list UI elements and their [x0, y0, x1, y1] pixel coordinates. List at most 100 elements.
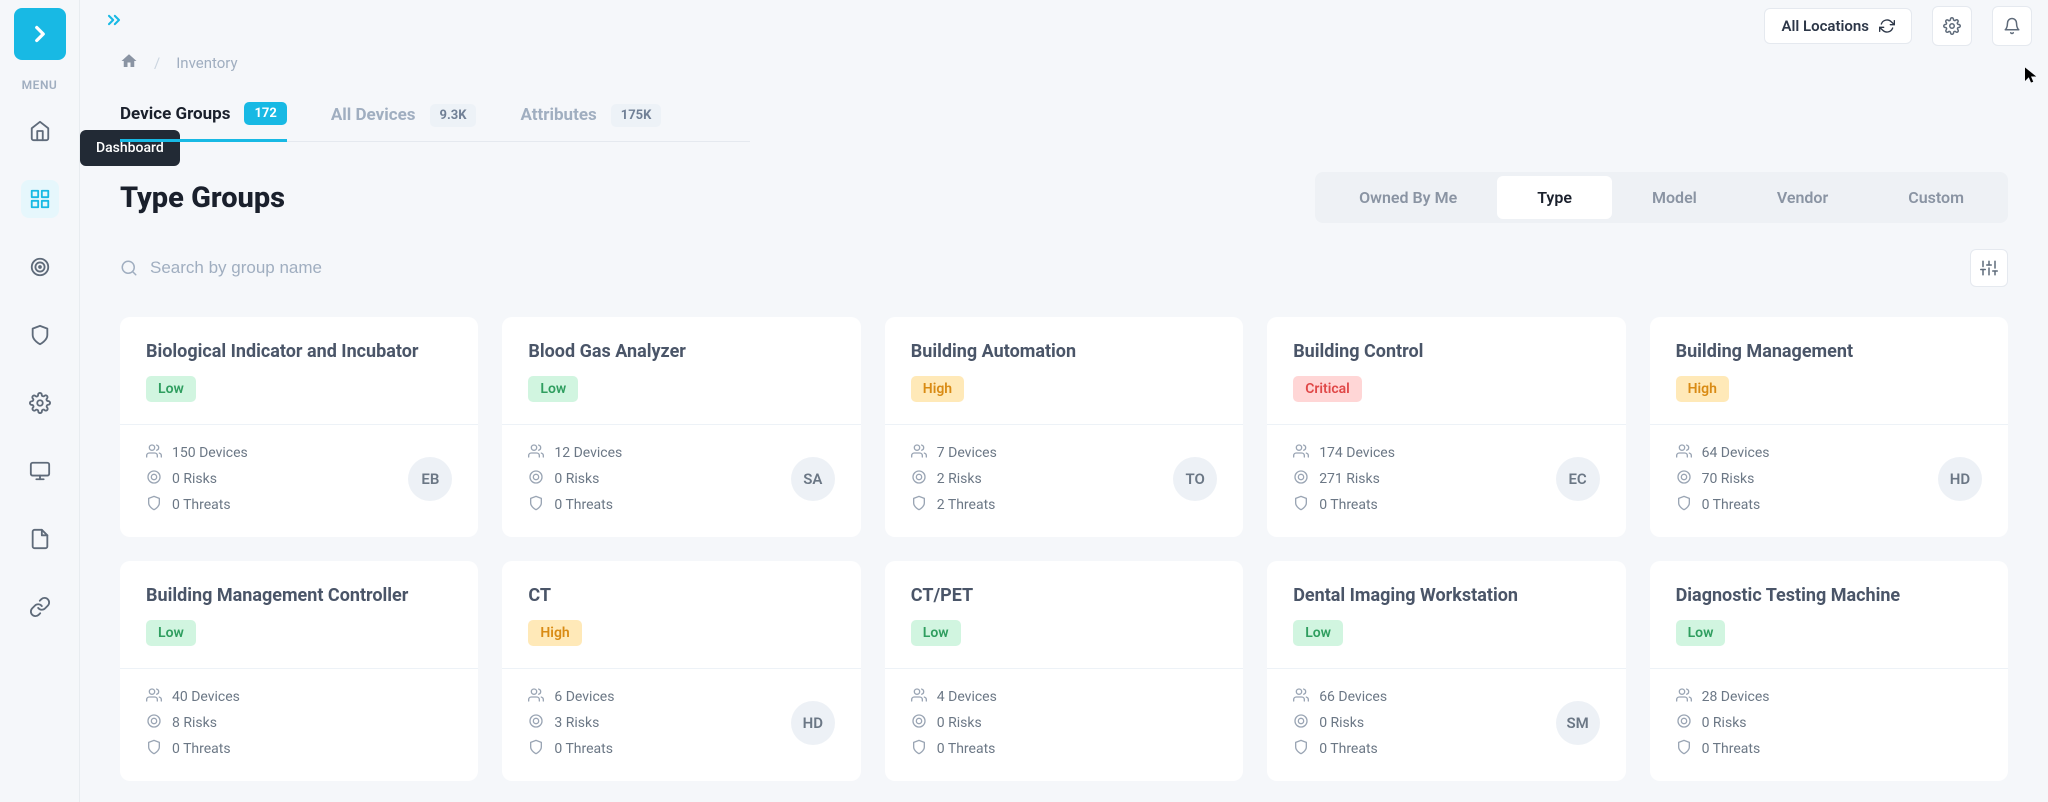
nav-monitor[interactable]	[21, 452, 59, 490]
search-wrap	[120, 258, 550, 278]
refresh-icon	[1879, 18, 1895, 34]
nav-shield[interactable]	[21, 316, 59, 354]
stat-threats: 0 Threats	[146, 739, 240, 759]
breadcrumb-home[interactable]	[120, 52, 138, 74]
location-label: All Locations	[1781, 17, 1869, 35]
gear-icon	[1943, 17, 1961, 35]
devices-icon	[911, 443, 927, 463]
group-card[interactable]: Building Management High 64 Devices 70 R…	[1650, 317, 2008, 537]
avatar: TO	[1173, 457, 1217, 501]
stat-risks: 70 Risks	[1676, 469, 1770, 489]
avatar: HD	[791, 701, 835, 745]
monitor-icon	[29, 460, 51, 482]
link-icon	[29, 596, 51, 618]
breadcrumb-current: Inventory	[176, 54, 237, 72]
stat-devices: 7 Devices	[911, 443, 997, 463]
target-icon	[1293, 713, 1309, 733]
filter-tab-custom[interactable]: Custom	[1868, 176, 2004, 219]
location-selector[interactable]: All Locations	[1764, 8, 1912, 44]
shield-icon	[1293, 495, 1309, 515]
group-card[interactable]: Building Control Critical 174 Devices 27…	[1267, 317, 1625, 537]
sliders-icon	[1980, 259, 1998, 277]
devices-icon	[1293, 687, 1309, 707]
shield-icon	[1676, 739, 1692, 759]
search-input[interactable]	[150, 258, 550, 278]
app-logo[interactable]	[14, 8, 66, 60]
stat-devices: 6 Devices	[528, 687, 614, 707]
file-icon	[29, 528, 51, 550]
filter-settings-button[interactable]	[1970, 249, 2008, 287]
group-card[interactable]: Biological Indicator and Incubator Low 1…	[120, 317, 478, 537]
filter-tab-vendor[interactable]: Vendor	[1737, 176, 1868, 219]
breadcrumb: / Inventory	[120, 52, 2008, 74]
stat-threats: 0 Threats	[1676, 739, 1770, 759]
stat-devices: 12 Devices	[528, 443, 622, 463]
card-title: CT	[528, 585, 834, 606]
tab-label: All Devices	[331, 105, 416, 125]
group-card[interactable]: Dental Imaging Workstation Low 66 Device…	[1267, 561, 1625, 781]
risk-badge: Low	[528, 376, 578, 402]
avatar: HD	[1938, 457, 1982, 501]
nav-gear[interactable]	[21, 384, 59, 422]
devices-icon	[1293, 443, 1309, 463]
card-title: Biological Indicator and Incubator	[146, 341, 452, 362]
main-content: / Inventory Device Groups172 All Devices 9…	[80, 40, 2048, 802]
expand-sidebar-button[interactable]	[100, 6, 128, 34]
nav-inventory[interactable]	[21, 180, 59, 218]
target-icon	[146, 469, 162, 489]
tab-all-devices[interactable]: All Devices 9.3K	[331, 104, 477, 141]
target-icon	[146, 713, 162, 733]
group-card[interactable]: CT High 6 Devices 3 Risks 0 Threats HD	[502, 561, 860, 781]
group-card[interactable]: Building Management Controller Low 40 De…	[120, 561, 478, 781]
menu-label: MENU	[22, 78, 58, 92]
filter-tab-owned-by-me[interactable]: Owned By Me	[1319, 176, 1497, 219]
shield-icon	[146, 739, 162, 759]
target-icon	[911, 469, 927, 489]
shield-icon	[29, 324, 51, 346]
devices-icon	[911, 687, 927, 707]
stat-threats: 0 Threats	[911, 739, 997, 759]
group-card[interactable]: Blood Gas Analyzer Low 12 Devices 0 Risk…	[502, 317, 860, 537]
tab-device-groups[interactable]: Device Groups172	[120, 102, 287, 142]
nav-dashboard[interactable]	[21, 112, 59, 150]
card-title: Building Management	[1676, 341, 1982, 362]
tab-count-badge: 9.3K	[430, 104, 477, 127]
stat-devices: 174 Devices	[1293, 443, 1395, 463]
risk-badge: Low	[1676, 620, 1726, 646]
card-title: Blood Gas Analyzer	[528, 341, 834, 362]
stat-devices: 64 Devices	[1676, 443, 1770, 463]
risk-badge: Low	[146, 376, 196, 402]
group-card[interactable]: Diagnostic Testing Machine Low 28 Device…	[1650, 561, 2008, 781]
card-title: Building Control	[1293, 341, 1599, 362]
filter-tab-type[interactable]: Type	[1497, 176, 1612, 219]
stat-threats: 0 Threats	[1676, 495, 1770, 515]
target-icon	[528, 713, 544, 733]
target-icon	[29, 256, 51, 278]
devices-icon	[146, 687, 162, 707]
tab-attributes[interactable]: Attributes175K	[520, 104, 661, 141]
filter-tab-model[interactable]: Model	[1612, 176, 1737, 219]
group-card[interactable]: Building Automation High 7 Devices 2 Ris…	[885, 317, 1243, 537]
tab-label: Attributes	[520, 105, 596, 125]
stat-risks: 0 Risks	[528, 469, 622, 489]
devices-icon	[1676, 687, 1692, 707]
avatar: EC	[1556, 457, 1600, 501]
stat-devices: 28 Devices	[1676, 687, 1770, 707]
avatar: SA	[791, 457, 835, 501]
nav-link[interactable]	[21, 588, 59, 626]
stat-devices: 4 Devices	[911, 687, 997, 707]
stat-risks: 0 Risks	[1293, 713, 1387, 733]
stat-risks: 3 Risks	[528, 713, 614, 733]
tab-label: Device Groups	[120, 104, 230, 124]
nav-target[interactable]	[21, 248, 59, 286]
shield-icon	[911, 495, 927, 515]
nav-file[interactable]	[21, 520, 59, 558]
shield-icon	[1293, 739, 1309, 759]
target-icon	[1676, 713, 1692, 733]
shield-icon	[528, 495, 544, 515]
search-icon	[120, 259, 138, 277]
group-card[interactable]: CT/PET Low 4 Devices 0 Risks 0 Threats	[885, 561, 1243, 781]
card-title: CT/PET	[911, 585, 1217, 606]
risk-badge: High	[528, 620, 581, 646]
avatar: EB	[408, 457, 452, 501]
